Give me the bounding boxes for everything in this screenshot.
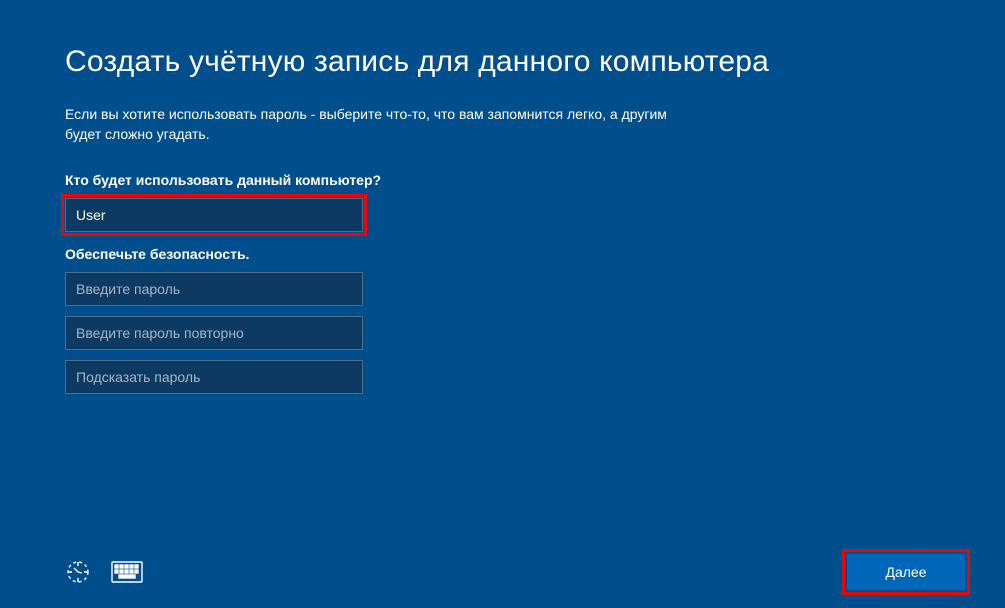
user-section: Кто будет использовать данный компьютер? (65, 172, 940, 232)
password-confirm-input[interactable] (65, 316, 363, 350)
next-button-highlight: Далее (847, 554, 965, 590)
bottom-bar: Далее (0, 554, 1005, 590)
password-hint-input[interactable] (65, 360, 363, 394)
accessibility-icon[interactable] (65, 559, 91, 585)
page-title: Создать учётную запись для данного компь… (65, 45, 940, 79)
keyboard-icon[interactable] (111, 561, 143, 583)
next-button[interactable]: Далее (847, 554, 965, 590)
page-subtitle: Если вы хотите использовать пароль - выб… (65, 105, 705, 144)
bottom-left-controls (65, 559, 143, 585)
username-input[interactable] (65, 198, 363, 232)
security-section: Обеспечьте безопасность. (65, 246, 940, 394)
setup-content: Создать учётную запись для данного компь… (0, 0, 1005, 394)
user-section-label: Кто будет использовать данный компьютер? (65, 172, 940, 188)
security-section-label: Обеспечьте безопасность. (65, 246, 940, 262)
password-input[interactable] (65, 272, 363, 306)
